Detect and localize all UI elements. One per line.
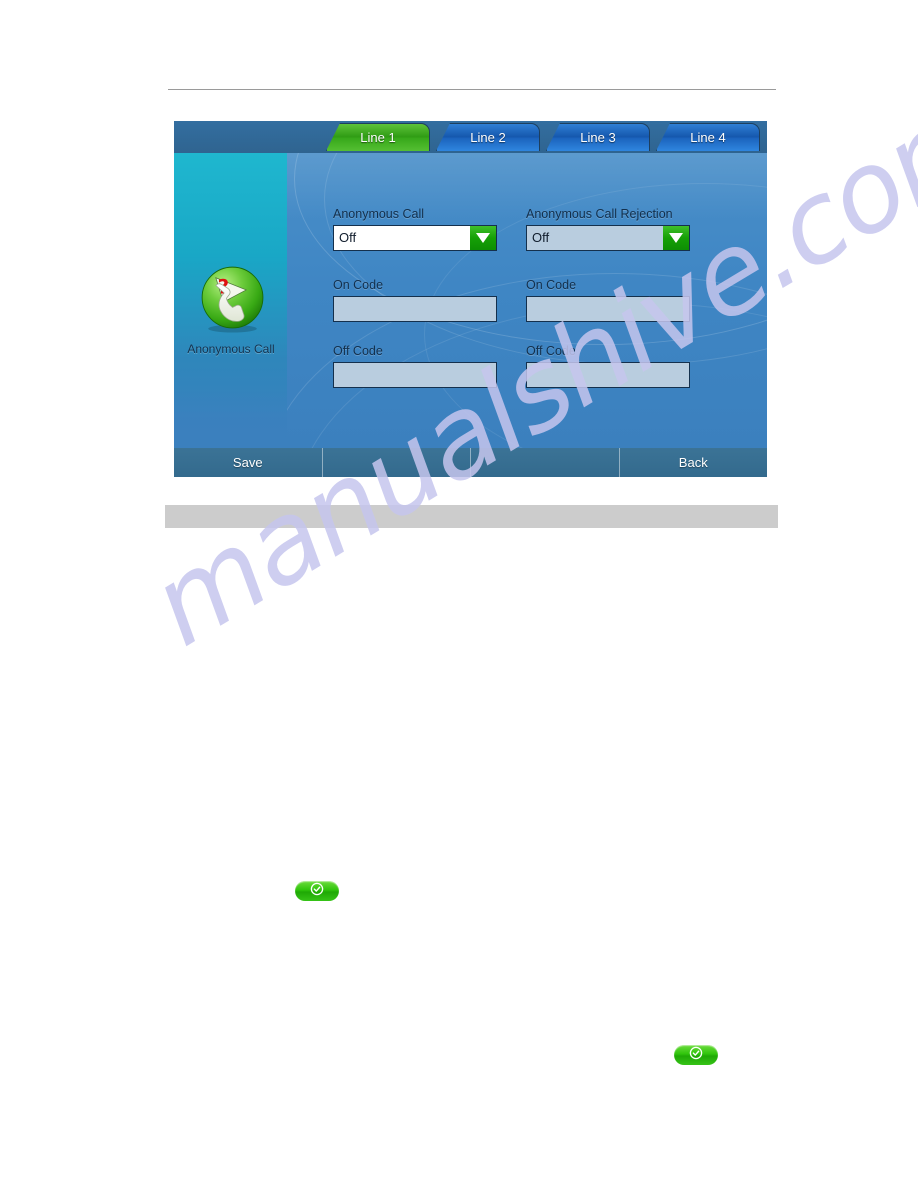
- off-code-label: Off Code: [526, 344, 576, 358]
- tab-line-1[interactable]: Line 1: [326, 123, 430, 151]
- anonymous-call-select[interactable]: Off: [333, 225, 497, 251]
- rejection-on-code-input[interactable]: [526, 296, 690, 322]
- softkey-save[interactable]: Save: [174, 448, 323, 477]
- screen-content-area: ? Anonymous Call Anonymous Call Off: [174, 153, 767, 448]
- on-code-input[interactable]: [333, 296, 497, 322]
- off-code-input[interactable]: [333, 362, 497, 388]
- on-code-label: On Code: [526, 278, 577, 292]
- check-circle-icon: [310, 882, 324, 901]
- settings-form: Anonymous Call Off On Code Off Code Anon…: [287, 153, 767, 448]
- sidebar-feature-label: Anonymous Call: [187, 342, 275, 356]
- on-code-label: On Code: [333, 278, 384, 292]
- phone-screen-screenshot: Line 1 Line 2 Line 3 Line 4 Anonymous Ca…: [174, 121, 767, 477]
- rejection-off-code-field: Off Code: [526, 344, 696, 388]
- anonymous-call-rejection-field: Anonymous Call Rejection Off: [526, 207, 696, 251]
- anonymous-call-label: Anonymous Call: [333, 207, 425, 221]
- softkey-back[interactable]: Back: [620, 448, 768, 477]
- anonymous-call-rejection-value: Off: [532, 230, 550, 245]
- anonymous-call-field: Anonymous Call Off: [333, 207, 503, 251]
- check-circle-icon: [689, 1046, 703, 1065]
- softkey-bar: Save Back: [174, 448, 767, 477]
- rejection-on-code-field: On Code: [526, 278, 696, 322]
- anonymous-call-icon: ?: [193, 266, 269, 338]
- tab-line-4[interactable]: Line 4: [656, 123, 760, 151]
- tab-line-3[interactable]: Line 3: [546, 123, 650, 151]
- chevron-down-icon[interactable]: [470, 226, 496, 250]
- tab-line-2[interactable]: Line 2: [436, 123, 540, 151]
- gray-caption-band: [165, 505, 778, 528]
- off-code-label: Off Code: [333, 344, 383, 358]
- header-rule: [168, 89, 776, 90]
- anonymous-call-off-code-field: Off Code: [333, 344, 503, 388]
- anonymous-call-on-code-field: On Code: [333, 278, 503, 322]
- softkey-empty-1[interactable]: [323, 448, 471, 477]
- chevron-down-icon[interactable]: [663, 226, 689, 250]
- ok-confirm-pill: [674, 1045, 718, 1065]
- rejection-off-code-input[interactable]: [526, 362, 690, 388]
- anonymous-call-value: Off: [339, 230, 357, 245]
- anonymous-call-rejection-label: Anonymous Call Rejection: [526, 207, 673, 221]
- ok-confirm-pill: [295, 881, 339, 901]
- sidebar-feature: ? Anonymous Call: [186, 258, 276, 356]
- feature-sidebar: ? Anonymous Call: [174, 153, 287, 448]
- softkey-empty-2[interactable]: [471, 448, 620, 477]
- anonymous-call-rejection-select[interactable]: Off: [526, 225, 690, 251]
- tab-strip: Line 1 Line 2 Line 3 Line 4: [174, 121, 767, 153]
